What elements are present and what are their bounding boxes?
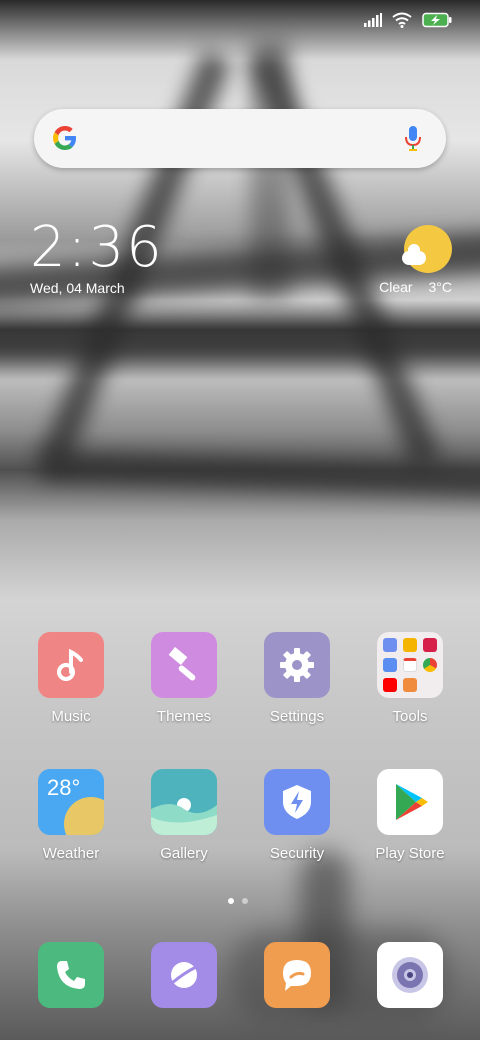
camera-icon	[392, 957, 428, 993]
phone-icon	[57, 961, 85, 989]
paintbrush-icon	[168, 647, 196, 681]
page-indicator	[228, 898, 248, 904]
weather-icon: 28°	[38, 769, 104, 835]
microphone-icon[interactable]	[404, 125, 422, 153]
folder-icon	[383, 638, 437, 692]
dock-messaging[interactable]	[252, 942, 342, 1008]
page-dot-active	[228, 898, 234, 904]
battery-charging-icon	[422, 12, 452, 28]
app-gallery[interactable]: Gallery	[139, 769, 229, 862]
browser-icon	[171, 962, 197, 988]
clock-time: 2:36	[30, 215, 164, 280]
dock-camera[interactable]	[365, 942, 455, 1008]
weather-widget[interactable]: Clear 3°C	[372, 225, 452, 297]
app-label: Play Store	[375, 845, 445, 862]
weather-condition: Clear	[379, 279, 413, 295]
cloud-icon	[402, 244, 426, 265]
weather-temperature: 3°C	[428, 279, 453, 295]
app-label: Weather	[42, 845, 100, 862]
app-label: Gallery	[160, 845, 208, 862]
app-label: Music	[51, 708, 91, 725]
app-settings[interactable]: Settings	[252, 632, 342, 725]
page-dot	[242, 898, 248, 904]
app-label: Themes	[156, 708, 212, 725]
chat-bubble-icon	[283, 960, 311, 991]
app-label: Settings	[269, 708, 325, 725]
app-security[interactable]: Security	[252, 769, 342, 862]
app-weather[interactable]: 28° Weather	[26, 769, 116, 862]
app-themes[interactable]: Themes	[139, 632, 229, 725]
gallery-icon	[151, 769, 217, 835]
app-music[interactable]: Music	[26, 632, 116, 725]
app-label: Security	[269, 845, 325, 862]
google-search-bar[interactable]	[34, 109, 446, 168]
shield-icon	[283, 785, 311, 819]
wifi-icon	[392, 12, 412, 28]
status-bar	[0, 0, 480, 44]
dock-browser[interactable]	[139, 942, 229, 1008]
app-label: Tools	[392, 708, 428, 725]
app-play-store[interactable]: Play Store	[365, 769, 455, 862]
signal-icon	[364, 13, 382, 27]
music-note-icon	[57, 648, 83, 681]
clock-widget[interactable]: 2:36 Wed, 04 March	[30, 215, 164, 297]
gear-icon	[280, 648, 314, 682]
dock-phone[interactable]	[26, 942, 116, 1008]
play-store-icon	[396, 784, 428, 820]
app-tools-folder[interactable]: Tools	[365, 632, 455, 725]
google-g-icon	[53, 126, 76, 150]
clock-date: Wed, 04 March	[30, 280, 125, 296]
